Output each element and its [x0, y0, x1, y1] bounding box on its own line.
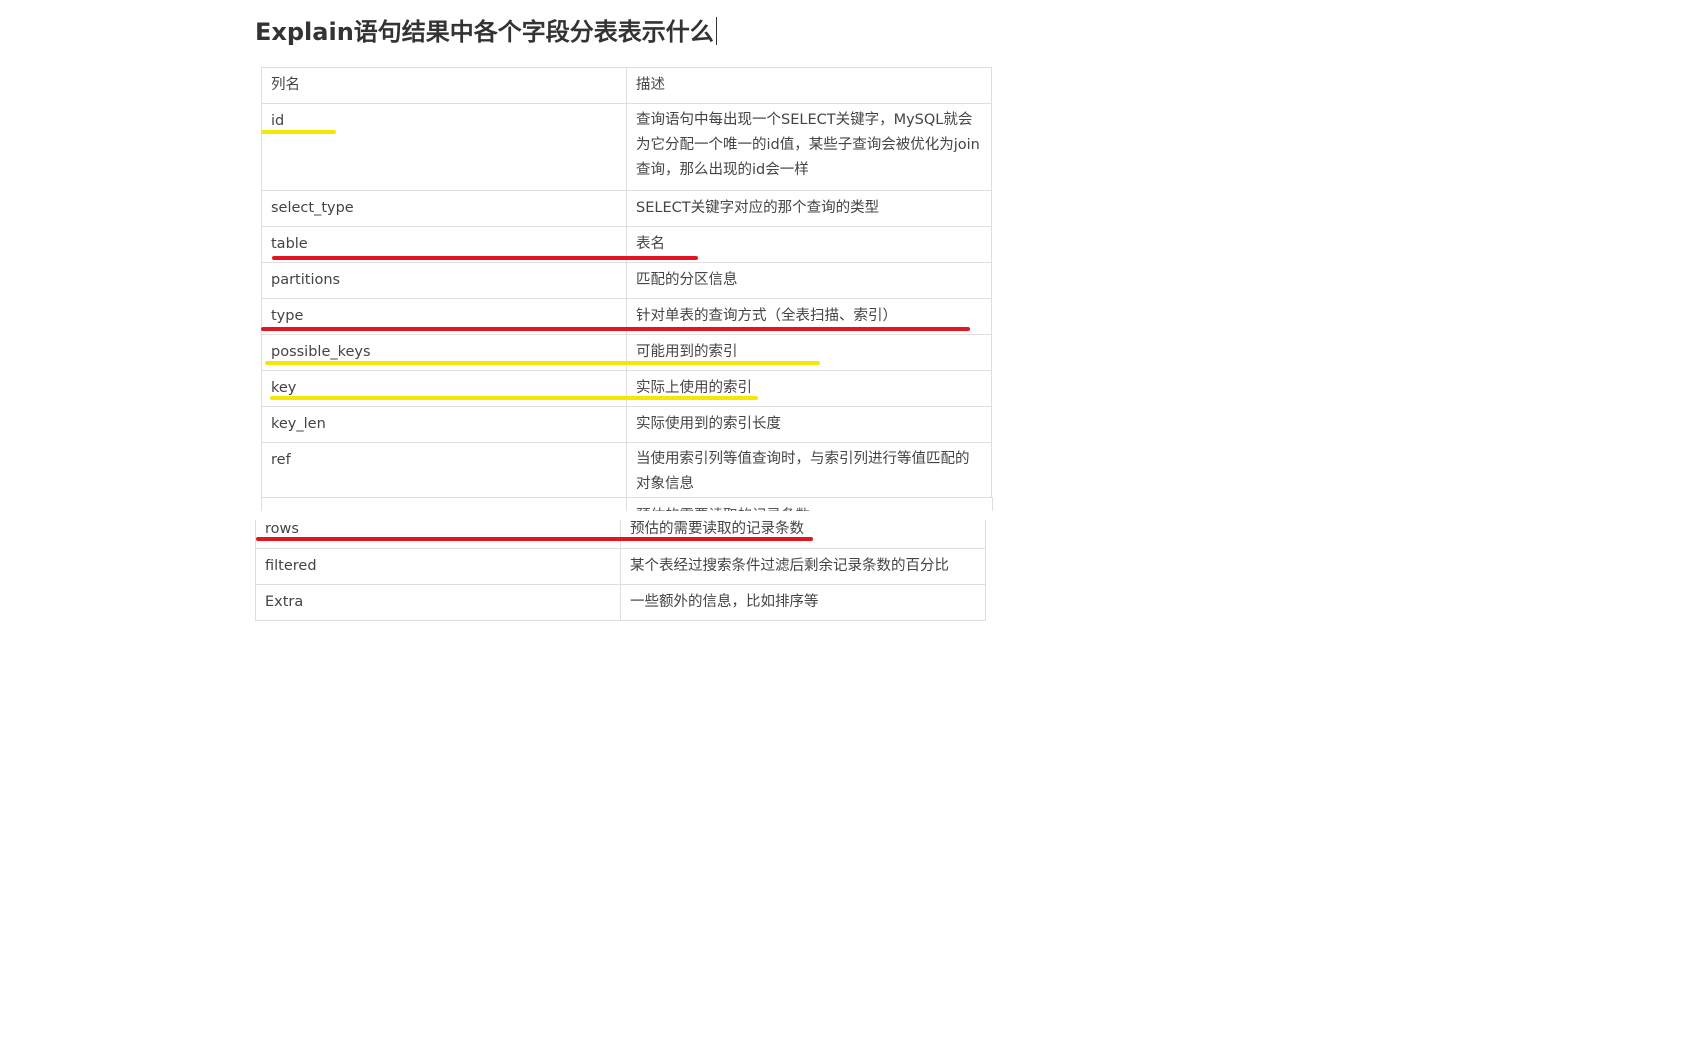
table-row: id 查询语句中每出现一个SELECT关键字，MySQL就会为它分配一个唯一的i…: [261, 103, 992, 191]
table-row: key 实际上使用的索引: [261, 370, 992, 407]
row-name-id: id: [261, 103, 627, 191]
row-name-possible-keys: possible_keys: [261, 334, 627, 371]
row-desc-id: 查询语句中每出现一个SELECT关键字，MySQL就会为它分配一个唯一的id值，…: [626, 103, 992, 191]
row-name-extra: Extra: [255, 583, 621, 621]
table-row: ref 当使用索引列等值查询时，与索引列进行等值匹配的对象信息: [261, 442, 992, 505]
highlight-underline-rows: [256, 537, 813, 541]
row-desc-possible-keys: 可能用到的索引: [626, 334, 992, 371]
explain-fields-table: 列名 描述 id 查询语句中每出现一个SELECT关键字，MySQL就会为它分配…: [261, 67, 992, 505]
highlight-underline-id: [261, 130, 336, 134]
row-name-ref: ref: [261, 442, 627, 505]
header-column-desc: 描述: [626, 67, 992, 104]
row-desc-filtered: 某个表经过搜索条件过滤后剩余记录条数的百分比: [620, 547, 986, 585]
table-row: partitions 匹配的分区信息: [261, 262, 992, 299]
table-row: Extra 一些额外的信息，比如排序等: [255, 583, 986, 621]
row-name-rows: rows: [255, 520, 621, 549]
explain-fields-table-continued: rows 预估的需要读取的记录条数 filtered 某个表经过搜索条件过滤后剩…: [255, 520, 986, 621]
row-desc-partitions: 匹配的分区信息: [626, 262, 992, 299]
table-row: possible_keys 可能用到的索引: [261, 334, 992, 371]
row-name-partitions: partitions: [261, 262, 627, 299]
row-name-filtered: filtered: [255, 547, 621, 585]
table-row: key_len 实际使用到的索引长度: [261, 406, 992, 443]
row-name-key: key: [261, 370, 627, 407]
page-title-text: Explain语句结果中各个字段分表表示什么: [255, 18, 714, 46]
table-row: filtered 某个表经过搜索条件过滤后剩余记录条数的百分比: [255, 547, 986, 585]
row-name-select-type: select_type: [261, 190, 627, 227]
row-desc-key-len: 实际使用到的索引长度: [626, 406, 992, 443]
text-cursor: [715, 17, 717, 45]
clipped-row-fragment: 预估的需要读取的记录条数: [261, 497, 993, 511]
row-desc-rows-fragment: 预估的需要读取的记录条数: [636, 504, 810, 511]
table-row: rows 预估的需要读取的记录条数: [255, 520, 986, 549]
column-divider: [626, 498, 627, 511]
highlight-underline-possible-keys: [265, 361, 820, 365]
row-desc-key: 实际上使用的索引: [626, 370, 992, 407]
table-header-row: 列名 描述: [261, 67, 992, 104]
header-column-name: 列名: [261, 67, 627, 104]
highlight-underline-table: [272, 256, 698, 260]
highlight-underline-type: [261, 327, 970, 331]
page-title: Explain语句结果中各个字段分表表示什么: [255, 12, 717, 47]
row-name-key-len: key_len: [261, 406, 627, 443]
highlight-underline-key: [270, 396, 758, 400]
table-row: select_type SELECT关键字对应的那个查询的类型: [261, 190, 992, 227]
row-desc-ref: 当使用索引列等值查询时，与索引列进行等值匹配的对象信息: [626, 442, 992, 505]
row-desc-extra: 一些额外的信息，比如排序等: [620, 583, 986, 621]
row-desc-select-type: SELECT关键字对应的那个查询的类型: [626, 190, 992, 227]
row-desc-rows: 预估的需要读取的记录条数: [620, 520, 986, 549]
